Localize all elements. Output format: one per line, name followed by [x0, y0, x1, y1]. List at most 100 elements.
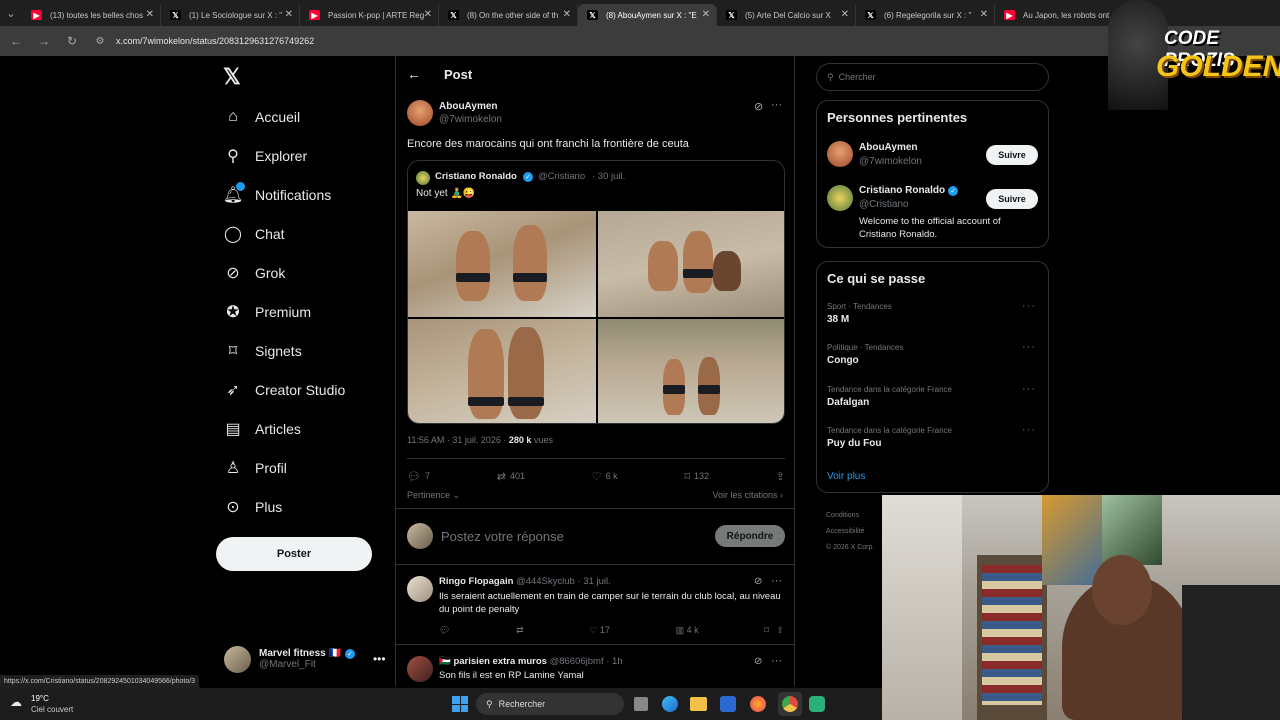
sidebar-item-premium[interactable]: ✪ Premium — [222, 299, 311, 325]
store-icon[interactable] — [720, 696, 736, 712]
close-icon[interactable]: ✕ — [146, 9, 154, 20]
grok-icon[interactable]: ⊘ — [754, 576, 762, 587]
site-info-icon[interactable]: ⚙ — [88, 29, 112, 53]
rocket-icon: ➶ — [226, 382, 240, 399]
view-citations-link[interactable]: Voir les citations › — [712, 490, 783, 500]
reload-icon[interactable]: ↻ — [60, 29, 84, 53]
photo-1[interactable] — [408, 211, 596, 317]
follow-button[interactable]: Suivre — [986, 145, 1038, 165]
sidebar-item-grok[interactable]: ⊘ Grok — [222, 260, 285, 286]
account-more-icon[interactable]: ••• — [373, 652, 386, 666]
author-avatar[interactable] — [407, 100, 433, 126]
sidebar-item-signets[interactable]: ⌑ Signets — [222, 338, 302, 364]
sidebar-item-creator-studio[interactable]: ➶ Creator Studio — [222, 377, 345, 403]
app-icon[interactable] — [809, 696, 825, 712]
account-switcher[interactable]: Marvel fitness 🇫🇷 ✓ @Marvel_Fit ••• — [224, 644, 386, 674]
trends-card: Ce qui se passe Sport · Tendances 38 M ·… — [816, 261, 1049, 493]
grok-icon[interactable]: ⊘ — [754, 100, 763, 113]
back-arrow-icon[interactable]: ← — [407, 66, 421, 82]
footer-accessibility[interactable]: Accessibilité — [826, 524, 874, 540]
weather-icon[interactable]: ☁ — [10, 695, 22, 709]
tab-label: (13) toutes les belles chos — [50, 10, 143, 20]
reply-more-icon[interactable]: ··· — [771, 655, 782, 667]
like-action[interactable]: ♡ 6 k — [592, 470, 618, 483]
sidebar-item-chat[interactable]: ◯ Chat — [222, 221, 285, 247]
trend-name: 38 M — [827, 314, 850, 325]
tab-favicon-icon: 𝕏 — [170, 10, 181, 20]
reply-author: Ringo Flopagain — [439, 576, 514, 587]
post-button[interactable]: Poster — [216, 537, 372, 571]
taskbar-search[interactable]: ⚲ Rechercher — [476, 693, 624, 715]
repost-icon[interactable]: ⇄ — [516, 625, 524, 636]
photo-3[interactable] — [408, 319, 596, 423]
sidebar-item-explorer[interactable]: ⚲ Explorer — [222, 143, 307, 169]
trend-more-icon[interactable]: ··· — [1022, 300, 1036, 312]
bookmark-share[interactable]: ⌑ ⇪ — [764, 625, 784, 636]
task-view-icon[interactable] — [634, 697, 648, 711]
back-arrow-icon[interactable]: ← — [4, 29, 28, 53]
post-author-name[interactable]: AbouAymen — [439, 101, 498, 112]
reply-more-icon[interactable]: ··· — [771, 575, 782, 587]
chrome-taskbar-active[interactable] — [778, 692, 802, 716]
photo-4[interactable] — [598, 319, 784, 423]
browser-tab[interactable]: ▶ (13) toutes les belles chos ✕ — [22, 4, 161, 26]
sort-dropdown[interactable]: Pertinence ⌄ — [407, 490, 460, 501]
file-explorer-icon[interactable] — [690, 697, 707, 711]
close-icon[interactable]: ✕ — [563, 9, 571, 20]
sidebar-item-articles[interactable]: ▤ Articles — [222, 416, 300, 442]
photo-2[interactable] — [598, 211, 784, 317]
see-more-link[interactable]: Voir plus — [827, 471, 865, 482]
trends-title: Ce qui se passe — [827, 271, 926, 286]
sidebar-item-accueil[interactable]: ⌂ Accueil — [222, 104, 300, 130]
browser-tab[interactable]: 𝕏 (8) AbouAymen sur X : "E ✕ — [578, 4, 717, 26]
close-icon[interactable]: ✕ — [980, 9, 988, 20]
browser-tab[interactable]: 𝕏 (5) Arte Del Calcio sur X ✕ — [717, 4, 856, 26]
webcam-feed — [882, 495, 1280, 720]
browser-tab[interactable]: 𝕏 (1) Le Sociologue sur X : " ✕ — [161, 4, 300, 26]
post-author-handle[interactable]: @7wimokelon — [439, 114, 502, 125]
views-action[interactable]: ▥ 4 k — [676, 625, 699, 636]
browser-tab[interactable]: ▶ Passion K-pop | ARTE Reg ✕ — [300, 4, 439, 26]
footer-conditions[interactable]: Conditions — [826, 508, 874, 524]
trend-more-icon[interactable]: ··· — [1022, 341, 1036, 353]
bookmark-action[interactable]: ⌑ 132 — [684, 470, 709, 483]
start-icon[interactable] — [452, 696, 468, 712]
tab-list-chevron-icon[interactable]: ⌄ — [0, 0, 22, 26]
close-icon[interactable]: ✕ — [702, 9, 710, 20]
reply-icon[interactable]: 💬︎ — [439, 625, 450, 636]
tab-label: (6) Regelegorila sur X : " — [884, 10, 972, 20]
post-more-icon[interactable]: ··· — [771, 99, 782, 111]
repost-action[interactable]: ⇄ 401 — [497, 470, 525, 483]
close-icon[interactable]: ✕ — [841, 9, 849, 20]
url-field[interactable]: x.com/7wimokelon/status/2083129631276749… — [116, 36, 314, 46]
browser-tab[interactable]: 𝕏 (6) Regelegorila sur X : " ✕ — [856, 4, 995, 26]
search-input[interactable]: ⚲ Chercher — [816, 63, 1049, 91]
trend-more-icon[interactable]: ··· — [1022, 383, 1036, 395]
reply-button[interactable]: Répondre — [715, 525, 785, 547]
verified-badge-icon: ✓ — [948, 185, 959, 196]
reply-input[interactable]: Postez votre réponse — [441, 529, 564, 544]
firefox-icon[interactable] — [750, 696, 766, 712]
reply-author: 🇵🇸 parisien extra muros — [439, 656, 547, 667]
grok-icon[interactable]: ⊘ — [754, 656, 762, 667]
reply-text: Son fils il est en RP Lamine Yamal — [439, 670, 584, 681]
close-icon[interactable]: ✕ — [285, 9, 293, 20]
edge-icon[interactable] — [662, 696, 678, 712]
post-views-count: 280 k — [508, 435, 532, 445]
sidebar-item-profil[interactable]: ♙ Profil — [222, 455, 287, 481]
browser-tab[interactable]: 𝕏 (8) On the other side of th ✕ — [439, 4, 578, 26]
quoted-post[interactable]: Cristiano Ronaldo ✓ @Cristiano · 30 juil… — [407, 160, 785, 424]
sidebar-item-plus[interactable]: ⊙ Plus — [222, 494, 282, 520]
follow-button[interactable]: Suivre — [986, 189, 1038, 209]
reply-actions: 💬︎ ⇄ ♡ 17 ▥ 4 k ⌑ ⇪ — [439, 625, 784, 636]
x-logo-icon[interactable]: 𝕏 — [223, 64, 241, 90]
reply-action[interactable]: 💬︎ 7 — [407, 470, 430, 483]
sidebar-item-notifications[interactable]: 🔔︎ Notifications — [222, 182, 331, 208]
tab-label: Au Japon, les robots ont — [1023, 10, 1110, 20]
trend-more-icon[interactable]: ··· — [1022, 424, 1036, 436]
forward-arrow-icon[interactable]: → — [32, 29, 56, 53]
post-timestamp: 11:56 AM · 31 juil. 2026 · — [407, 435, 509, 445]
close-icon[interactable]: ✕ — [424, 9, 432, 20]
like-action[interactable]: ♡ 17 — [589, 625, 610, 636]
share-action[interactable]: ⇪ — [776, 470, 785, 483]
